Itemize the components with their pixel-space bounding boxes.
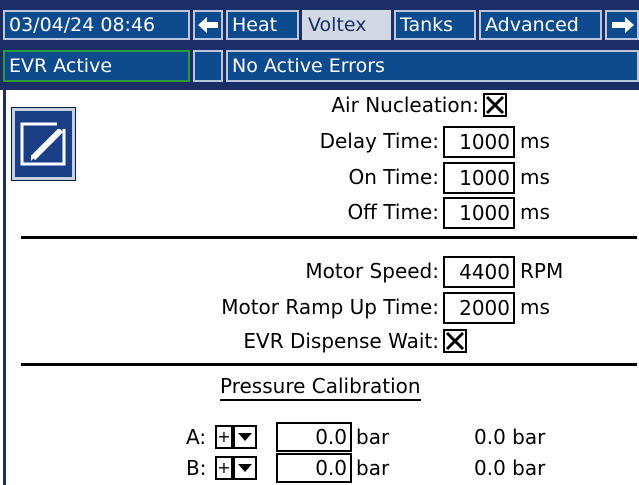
mode-status: EVR Active bbox=[3, 50, 190, 82]
delay-time-row: Delay Time: 1000 ms bbox=[0, 124, 639, 158]
pressure-a-sign-toggle[interactable]: + bbox=[215, 425, 233, 449]
pressure-b-label: B: bbox=[186, 456, 207, 480]
pressure-a-label: A: bbox=[186, 425, 207, 449]
pressure-b-reading: 0.0 bar bbox=[474, 456, 546, 480]
chevron-down-icon bbox=[238, 464, 252, 472]
off-time-unit: ms bbox=[520, 200, 550, 224]
date-time: 03/04/24 08:46 bbox=[3, 10, 190, 40]
pressure-b-unit: bar bbox=[356, 456, 390, 480]
motor-ramp-label: Motor Ramp Up Time: bbox=[221, 295, 439, 319]
air-nucleation-label: Air Nucleation: bbox=[331, 93, 479, 117]
pressure-a-reading: 0.0 bar bbox=[474, 425, 546, 449]
evr-dispense-wait-row: EVR Dispense Wait: bbox=[0, 324, 639, 358]
air-nucleation-row: Air Nucleation: bbox=[0, 88, 639, 122]
delay-time-unit: ms bbox=[520, 129, 550, 153]
error-status: No Active Errors bbox=[226, 50, 639, 82]
tab-heat[interactable]: Heat bbox=[226, 10, 299, 40]
arrow-left-icon bbox=[198, 17, 218, 33]
nav-right-button[interactable] bbox=[605, 10, 639, 40]
status-indicator bbox=[193, 50, 223, 82]
evr-dispense-wait-checkbox[interactable] bbox=[443, 329, 467, 353]
motor-speed-label: Motor Speed: bbox=[305, 259, 439, 283]
motor-speed-field[interactable]: 4400 bbox=[443, 256, 515, 288]
pressure-b-offset-field[interactable]: 0.0 bbox=[276, 453, 352, 483]
pressure-calibration-title: Pressure Calibration bbox=[220, 373, 421, 401]
off-time-label: Off Time: bbox=[347, 200, 439, 224]
air-nucleation-checkbox[interactable] bbox=[483, 93, 507, 117]
section-divider bbox=[21, 236, 637, 239]
tab-advanced[interactable]: Advanced bbox=[479, 10, 602, 40]
check-x-icon bbox=[485, 95, 505, 115]
pressure-b-sign-toggle[interactable]: + bbox=[215, 456, 233, 480]
nav-left-button[interactable] bbox=[193, 10, 223, 40]
pressure-b-dropdown[interactable] bbox=[233, 456, 257, 480]
off-time-field[interactable]: 1000 bbox=[443, 197, 515, 229]
pressure-a-unit: bar bbox=[356, 425, 390, 449]
on-time-field[interactable]: 1000 bbox=[443, 162, 515, 194]
motor-speed-unit: RPM bbox=[520, 259, 564, 283]
motor-speed-row: Motor Speed: 4400 RPM bbox=[0, 254, 639, 288]
evr-dispense-wait-label: EVR Dispense Wait: bbox=[243, 329, 439, 353]
top-bar: 03/04/24 08:46 Heat Voltex Tanks Advance… bbox=[0, 0, 639, 90]
arrow-right-icon bbox=[612, 17, 634, 33]
pressure-a-offset-field[interactable]: 0.0 bbox=[276, 422, 352, 452]
on-time-row: On Time: 1000 ms bbox=[0, 160, 639, 194]
check-x-icon bbox=[445, 331, 465, 351]
motor-ramp-unit: ms bbox=[520, 295, 550, 319]
motor-ramp-row: Motor Ramp Up Time: 2000 ms bbox=[0, 290, 639, 324]
delay-time-label: Delay Time: bbox=[319, 129, 439, 153]
pressure-a-dropdown[interactable] bbox=[233, 425, 257, 449]
on-time-label: On Time: bbox=[348, 165, 439, 189]
chevron-down-icon bbox=[238, 433, 252, 441]
motor-ramp-field[interactable]: 2000 bbox=[443, 292, 515, 324]
delay-time-field[interactable]: 1000 bbox=[443, 126, 515, 158]
tab-tanks[interactable]: Tanks bbox=[394, 10, 476, 40]
off-time-row: Off Time: 1000 ms bbox=[0, 195, 639, 229]
section-divider bbox=[21, 363, 637, 366]
on-time-unit: ms bbox=[520, 165, 550, 189]
tab-voltex[interactable]: Voltex bbox=[302, 10, 391, 40]
